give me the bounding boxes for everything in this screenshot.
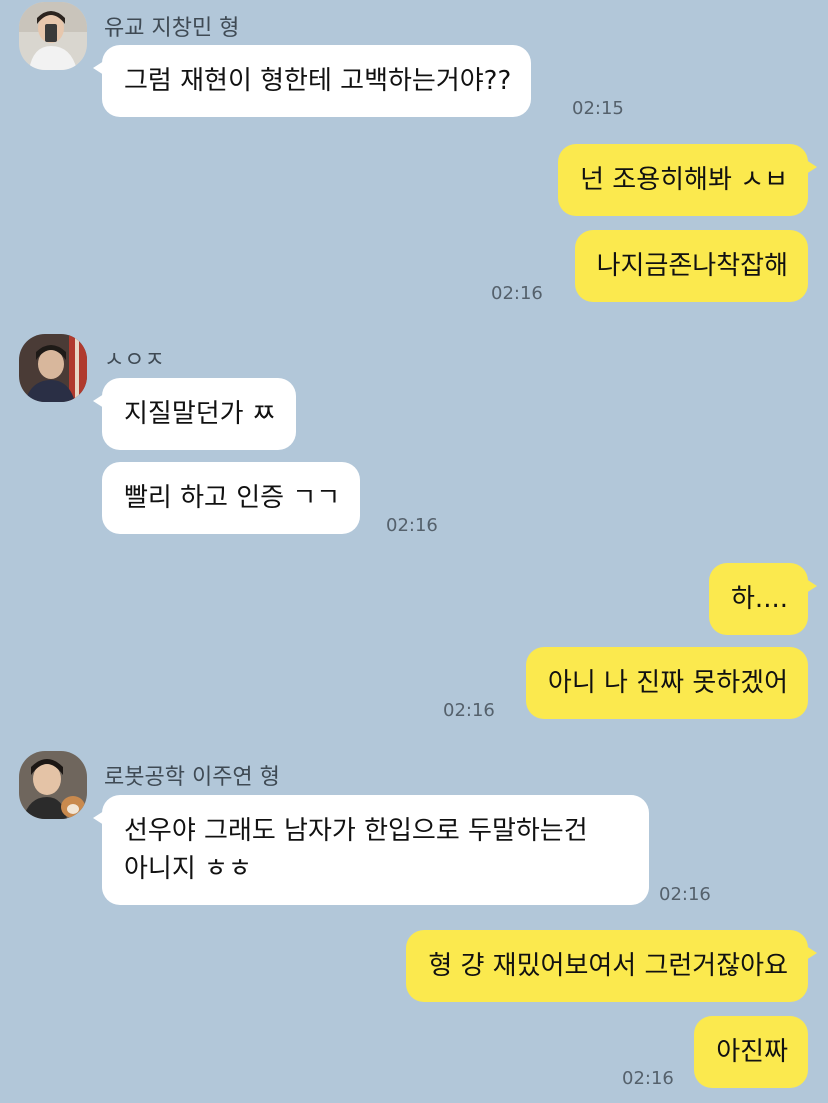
- message-bubble[interactable]: 나지금존나착잡해: [574, 230, 808, 302]
- timestamp: 02:15: [572, 98, 624, 119]
- avatar-jichangmin[interactable]: [19, 2, 87, 70]
- message-bubble[interactable]: 그럼 재현이 형한테 고백하는거야??: [92, 45, 532, 117]
- sender-name: 로봇공학 이주연 형: [104, 765, 280, 790]
- profile-photo-icon: [19, 2, 87, 70]
- message-bubble[interactable]: 하....: [709, 563, 817, 635]
- timestamp: 02:16: [491, 283, 543, 304]
- message-bubble[interactable]: 아진짜: [694, 1016, 808, 1088]
- timestamp: 02:16: [386, 515, 438, 536]
- message-bubble[interactable]: 형 걍 재밌어보여서 그런거잖아요: [406, 930, 817, 1002]
- avatar-leejuyeon[interactable]: [19, 751, 87, 819]
- avatar-soj[interactable]: [19, 334, 87, 402]
- message-bubble[interactable]: 빨리 하고 인증 ㄱㄱ: [102, 462, 361, 534]
- message-bubble[interactable]: 지질말던가 ㅉ: [93, 378, 296, 450]
- timestamp: 02:16: [443, 700, 495, 721]
- message-bubble[interactable]: 넌 조용히해봐 ㅅㅂ: [558, 144, 817, 216]
- sender-name: ㅅㅇㅈ: [104, 348, 165, 373]
- message-bubble[interactable]: 아니 나 진짜 못하겠어: [525, 647, 808, 719]
- message-bubble[interactable]: 선우야 그래도 남자가 한입으로 두말하는건 아니지 ㅎㅎ: [93, 795, 649, 905]
- timestamp: 02:16: [659, 884, 711, 905]
- timestamp: 02:16: [622, 1068, 674, 1089]
- profile-photo-icon: [19, 751, 87, 819]
- message-line: 선우야 그래도 남자가 한입으로 두말하는건: [124, 816, 588, 846]
- profile-photo-icon: [19, 334, 87, 402]
- message-line: 아니지 ㅎㅎ: [124, 854, 252, 884]
- sender-name: 유교 지창민 형: [104, 16, 240, 41]
